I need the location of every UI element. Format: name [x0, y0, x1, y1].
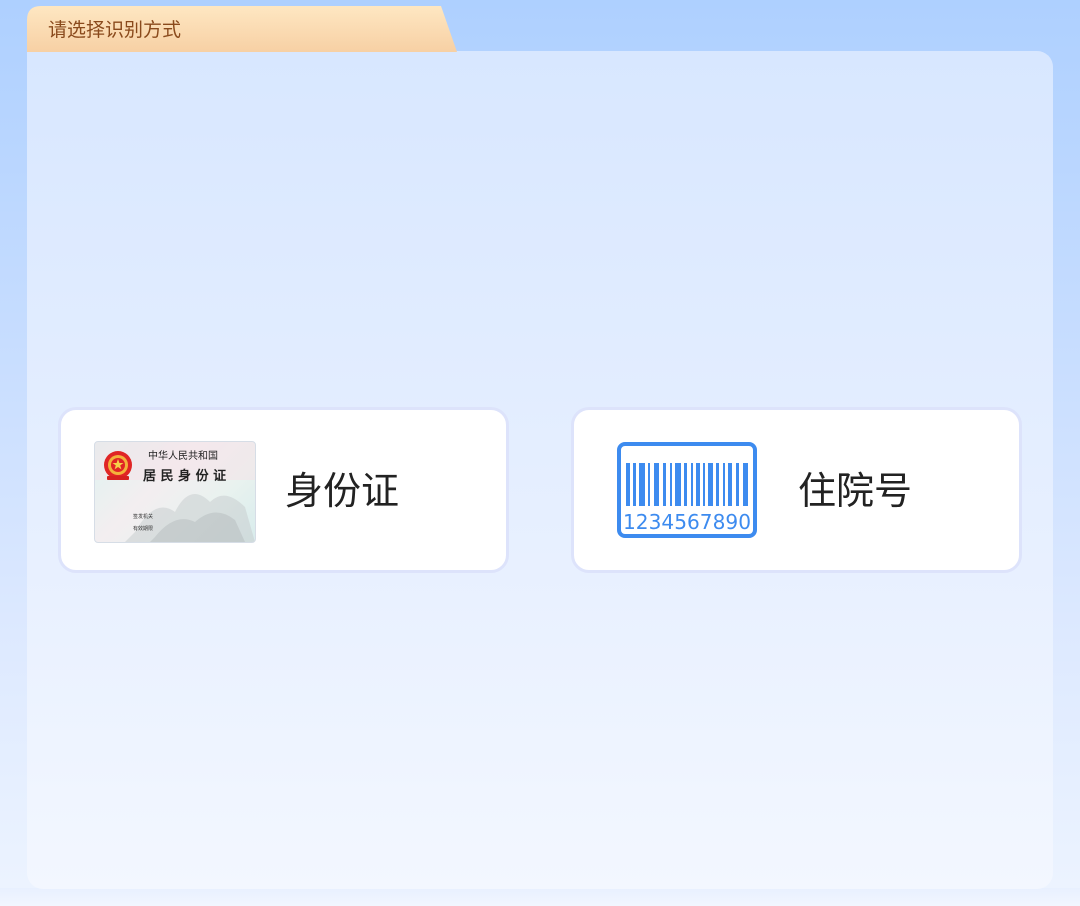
section-tab: 请选择识别方式	[27, 6, 457, 52]
id-card-validity-text: 有效期限	[133, 525, 153, 532]
barcode-icon: 1234567890	[617, 442, 757, 542]
id-card-option[interactable]: 中华人民共和国 居 民 身 份 证 签发机关 有效期限 身份证	[58, 407, 509, 573]
id-card-title-text: 居 民 身 份 证	[143, 468, 226, 484]
barcode-bars	[626, 463, 748, 506]
id-card-country-text: 中华人民共和国	[148, 449, 218, 462]
inpatient-number-option[interactable]: 1234567890 住院号	[571, 407, 1022, 573]
bottom-strip	[0, 888, 1080, 906]
inpatient-number-label: 住院号	[798, 469, 913, 513]
barcode-digits: 1234567890	[623, 510, 751, 534]
id-card-icon: 中华人民共和国 居 民 身 份 证 签发机关 有效期限	[94, 441, 256, 543]
id-card-label: 身份证	[285, 469, 400, 513]
id-card-authority-text: 签发机关	[133, 513, 153, 520]
tab-title: 请选择识别方式	[48, 19, 182, 41]
